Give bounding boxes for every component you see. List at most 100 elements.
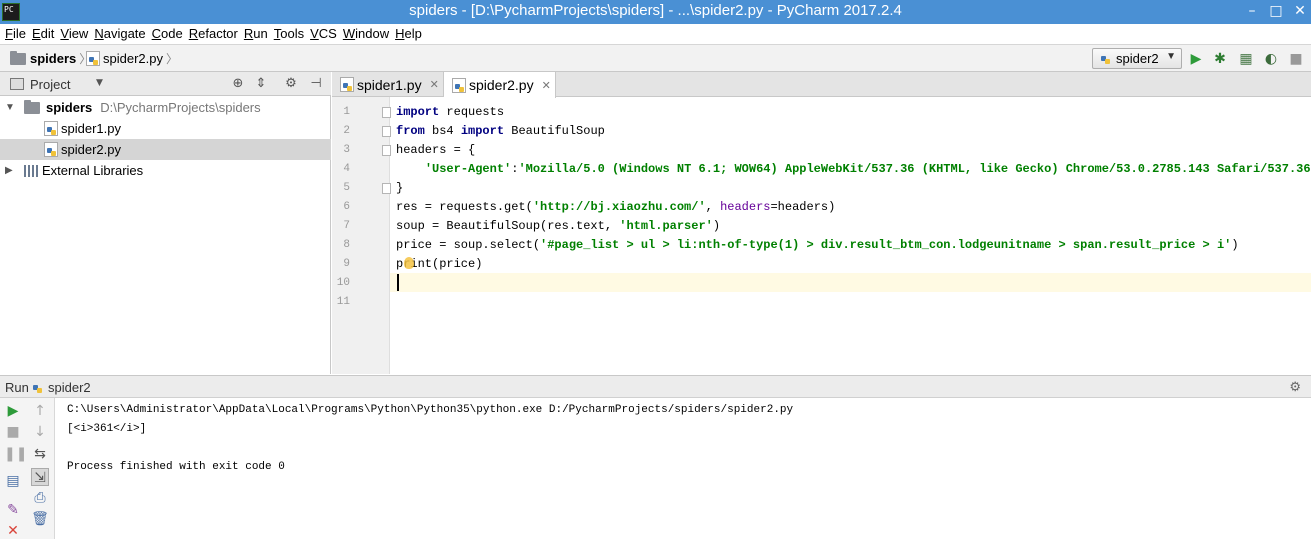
- code-token: 'html.parser': [619, 219, 713, 233]
- close-tab-icon[interactable]: ✕: [430, 78, 439, 91]
- print-icon[interactable]: ⎙: [31, 489, 49, 507]
- code-line: soup = BeautifulSoup(res.text, 'html.par…: [396, 217, 720, 236]
- pin-tab-icon[interactable]: ✎: [4, 501, 22, 519]
- gear-icon[interactable]: ⚙: [283, 76, 299, 91]
- code-token: 'http://bj.xiaozhu.com/': [532, 200, 706, 214]
- code-token: BeautifulSoup: [504, 124, 605, 138]
- code-token: headers: [720, 200, 771, 214]
- code-token: =headers): [770, 200, 836, 214]
- scroll-down-icon[interactable]: ↓: [31, 423, 49, 441]
- code-token: }: [396, 181, 404, 195]
- tree-item-spider2[interactable]: spider2.py: [0, 139, 331, 160]
- tree-root[interactable]: ▼ spiders D:\PycharmProjects\spiders: [0, 97, 331, 118]
- fold-marker-icon[interactable]: [382, 126, 391, 137]
- menu-refactor[interactable]: Refactor: [188, 24, 243, 44]
- code-token: ,: [705, 200, 721, 214]
- line-number: 4: [343, 163, 350, 175]
- minimize-button[interactable]: –: [1243, 3, 1261, 19]
- console-line: Process finished with exit code 0: [67, 461, 285, 473]
- library-icon: [24, 164, 38, 177]
- menu-view[interactable]: View: [59, 24, 93, 44]
- current-line-highlight: [332, 273, 1311, 292]
- maximize-button[interactable]: □: [1267, 3, 1285, 19]
- line-number-gutter: 1 2 3 4 5 6 7 8 9 10 11: [332, 97, 391, 374]
- debug-icon[interactable]: ✱: [1212, 51, 1228, 67]
- code-line: import requests: [396, 103, 504, 122]
- project-panel-header: Project ▼ ⊕ ⇕ ⚙ ⊣: [0, 72, 331, 96]
- menu-file[interactable]: File: [4, 24, 31, 44]
- code-token: headers = {: [396, 143, 476, 157]
- tab-spider2[interactable]: spider2.py ✕: [444, 72, 556, 98]
- code-token: soup = BeautifulSoup(res.text,: [396, 219, 620, 233]
- python-file-icon: [44, 121, 58, 136]
- code-line: from bs4 import BeautifulSoup: [396, 122, 605, 141]
- breadcrumb-file[interactable]: spider2.py 〉: [86, 50, 178, 67]
- code-token: requests: [439, 105, 505, 119]
- close-tab-icon[interactable]: ✕: [542, 79, 551, 92]
- gear-icon[interactable]: ⚙: [1289, 379, 1301, 395]
- menu-vcs[interactable]: VCS: [309, 24, 342, 44]
- sync-icon[interactable]: ⊕: [230, 76, 246, 91]
- code-token: from: [396, 124, 425, 138]
- expand-arrow-icon[interactable]: ▶: [5, 165, 13, 176]
- code-line: }: [396, 179, 403, 198]
- line-number: 10: [336, 277, 350, 289]
- folder-icon: [10, 50, 26, 65]
- scroll-to-end-icon[interactable]: ⇲: [31, 468, 49, 486]
- menu-help[interactable]: Help: [394, 24, 427, 44]
- python-file-icon: [340, 77, 354, 92]
- run-configuration-select[interactable]: spider2 ▼: [1092, 48, 1182, 69]
- folder-icon: [24, 99, 40, 114]
- expand-arrow-icon[interactable]: ▼: [5, 102, 15, 113]
- restore-layout-icon[interactable]: ▤: [4, 472, 22, 490]
- close-run-icon[interactable]: ✕: [4, 522, 22, 539]
- fold-marker-icon[interactable]: [382, 107, 391, 118]
- fold-marker-icon[interactable]: [382, 183, 391, 194]
- run-icon[interactable]: ▶: [1188, 51, 1204, 67]
- menu-window[interactable]: Window: [342, 24, 394, 44]
- lightbulb-icon[interactable]: [404, 257, 414, 269]
- breadcrumb-project[interactable]: spiders 〉: [10, 50, 91, 67]
- chevron-down-icon[interactable]: ▼: [96, 78, 103, 88]
- fold-marker-icon[interactable]: [382, 145, 391, 156]
- menu-navigate[interactable]: Navigate: [93, 24, 150, 44]
- close-window-button[interactable]: ✕: [1291, 3, 1309, 19]
- project-view-selector[interactable]: Project: [30, 77, 70, 92]
- run-tab-label: spider2: [48, 380, 91, 395]
- collapse-all-icon[interactable]: ⇕: [253, 76, 269, 91]
- soft-wrap-icon[interactable]: ⇆: [31, 445, 49, 463]
- run-tab[interactable]: spider2: [31, 380, 91, 395]
- menu-run[interactable]: Run: [243, 24, 273, 44]
- hide-panel-icon[interactable]: ⊣: [308, 76, 324, 91]
- window-title: spiders - [D:\PycharmProjects\spiders] -…: [409, 2, 902, 19]
- stop-icon[interactable]: ■: [1288, 51, 1304, 67]
- tree-item-external-libraries[interactable]: ▶ External Libraries: [0, 160, 331, 181]
- rerun-icon[interactable]: ▶: [4, 402, 22, 420]
- navigation-bar: spiders 〉 spider2.py 〉 spider2 ▼ ▶ ✱ ▦ ◐…: [0, 44, 1311, 72]
- line-number: 3: [343, 144, 350, 156]
- menu-tools[interactable]: Tools: [273, 24, 309, 44]
- code-token: price = soup.select(: [396, 238, 541, 252]
- menu-edit[interactable]: Edit: [31, 24, 59, 44]
- python-file-icon: [1099, 51, 1113, 66]
- tab-spider1[interactable]: spider1.py ✕: [332, 72, 444, 97]
- editor-tab-bar: spider1.py ✕ spider2.py ✕: [332, 72, 1311, 98]
- tree-item-spider1[interactable]: spider1.py: [0, 118, 331, 139]
- trash-icon[interactable]: 🗑: [31, 510, 49, 528]
- python-file-icon: [44, 142, 58, 157]
- stop-icon[interactable]: ■: [4, 423, 22, 441]
- code-line: headers = {: [396, 141, 475, 160]
- line-number: 11: [336, 296, 350, 308]
- pause-icon[interactable]: ❚❚: [4, 445, 27, 463]
- run-panel-label: Run: [5, 380, 29, 395]
- chevron-down-icon: ▼: [1166, 51, 1176, 62]
- coverage-icon[interactable]: ▦: [1238, 51, 1254, 67]
- python-file-icon: [86, 51, 100, 66]
- tab-label: spider1.py: [357, 76, 422, 93]
- menu-code[interactable]: Code: [151, 24, 188, 44]
- chevron-right-icon: 〉: [165, 52, 178, 66]
- tab-label: spider2.py: [469, 77, 534, 93]
- profile-icon[interactable]: ◐: [1263, 51, 1279, 67]
- line-number: 1: [343, 106, 350, 118]
- scroll-up-icon[interactable]: ↑: [31, 402, 49, 420]
